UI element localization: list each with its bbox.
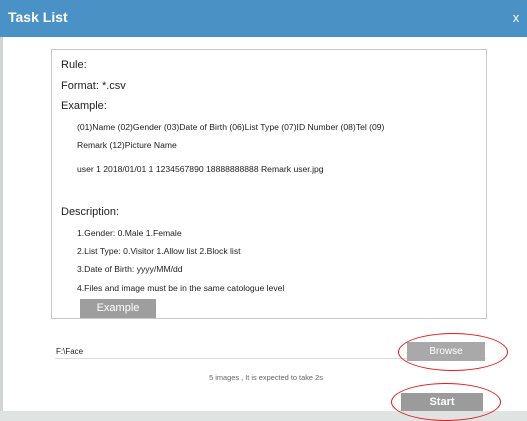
description-item: 3.Date of Birth: yyyy/MM/dd <box>77 264 183 274</box>
import-estimate-text: 5 images , It is expected to take 2s <box>209 373 323 382</box>
columns-line-1: (01)Name (02)Gender (03)Date of Birth (0… <box>77 122 385 132</box>
description-item: 4.Files and image must be in the same ca… <box>77 283 285 293</box>
task-list-dialog: Task List x Rule: Format: *.csv Example:… <box>0 0 527 421</box>
rules-panel: Rule: Format: *.csv Example: (01)Name (0… <box>51 49 487 319</box>
title-bar: Task List x <box>0 0 527 37</box>
description-heading: Description: <box>61 206 120 218</box>
format-text: Format: *.csv <box>61 80 126 92</box>
sample-row: user 1 2018/01/01 1 1234567890 188888888… <box>77 164 324 174</box>
example-button[interactable]: Example <box>80 299 156 318</box>
rule-heading: Rule: <box>61 59 87 71</box>
description-item: 2.List Type: 0.Visitor 1.Allow list 2.Bl… <box>77 246 241 256</box>
close-icon[interactable]: x <box>505 8 527 28</box>
left-edge <box>0 37 3 411</box>
description-item: 1.Gender: 0.Male 1.Female <box>77 228 182 238</box>
example-heading: Example: <box>61 100 107 112</box>
columns-line-2: Remark (12)Picture Name <box>77 140 177 150</box>
dialog-title: Task List <box>8 9 68 25</box>
start-highlight-ellipse <box>391 383 501 421</box>
browse-highlight-ellipse <box>398 333 508 371</box>
